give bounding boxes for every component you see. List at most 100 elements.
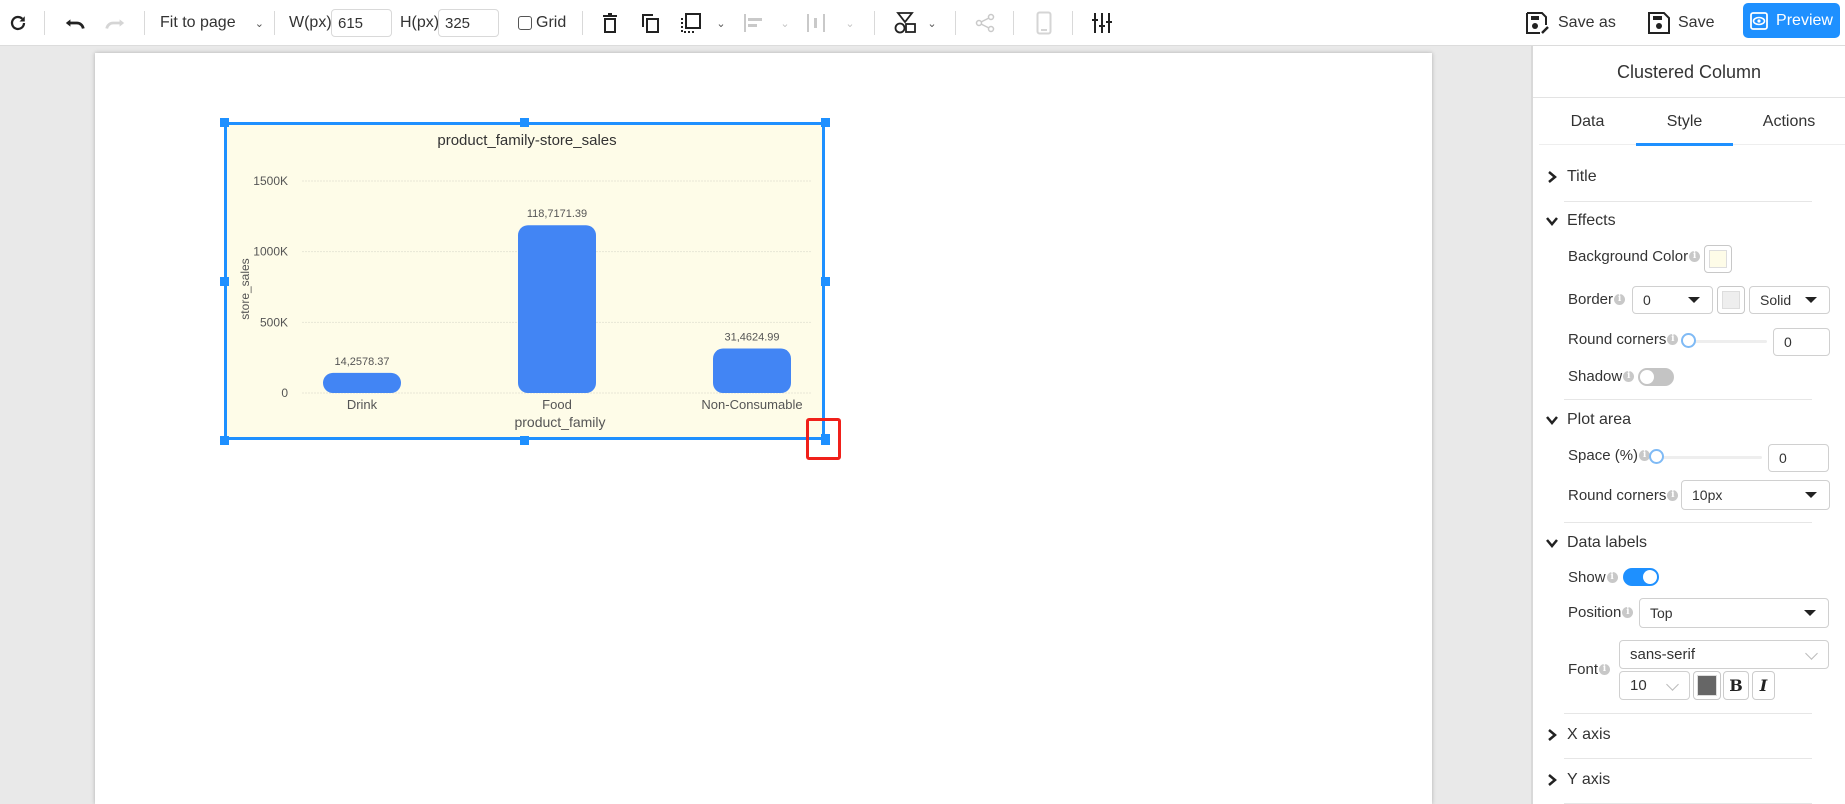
bold-button[interactable]: B — [1723, 671, 1749, 700]
resize-handle-right[interactable] — [821, 277, 830, 286]
properties-panel: Clustered Column Data Style Actions Titl… — [1531, 46, 1845, 804]
save-button[interactable]: Save — [1648, 0, 1714, 46]
info-icon: i — [1667, 334, 1679, 345]
italic-button[interactable]: I — [1752, 671, 1775, 700]
eye-icon — [1750, 11, 1768, 30]
background-color-chip — [1709, 250, 1727, 268]
section-y-axis-header[interactable]: Y axis — [1545, 771, 1610, 789]
mobile-view-button[interactable] — [1032, 0, 1056, 46]
resize-handle-bottom[interactable] — [520, 436, 529, 445]
undo-button[interactable] — [60, 0, 90, 46]
section-x-axis-header[interactable]: X axis — [1545, 726, 1611, 744]
width-input[interactable] — [331, 9, 392, 37]
tab-actions[interactable]: Actions — [1733, 98, 1845, 145]
distribute-dropdown[interactable]: ⌄ — [843, 0, 857, 46]
plot-round-corners-select[interactable]: 10px — [1681, 480, 1830, 510]
round-corners-value: 0 — [1784, 334, 1792, 350]
space-label: Space (%) i — [1568, 447, 1651, 464]
caret-down-icon — [1804, 610, 1816, 616]
layer-dropdown[interactable]: ⌄ — [714, 0, 728, 46]
space-input[interactable]: 0 — [1768, 444, 1829, 472]
font-text: Font — [1568, 661, 1599, 678]
width-label-text: W(px) — [289, 14, 332, 31]
shapes-dropdown[interactable]: ⌄ — [925, 0, 939, 46]
panel-tabs: Data Style Actions — [1539, 98, 1845, 146]
bar — [323, 372, 401, 393]
shapes-button[interactable] — [892, 0, 918, 46]
panel-title: Clustered Column — [1533, 46, 1845, 98]
share-button[interactable] — [973, 0, 997, 46]
font-label: Font i — [1568, 661, 1611, 678]
save-icon — [1648, 12, 1670, 34]
layer-button[interactable] — [678, 0, 704, 46]
round-corners-slider-track[interactable] — [1685, 340, 1767, 343]
align-dropdown[interactable]: ⌄ — [778, 0, 792, 46]
font-color-swatch[interactable] — [1693, 671, 1721, 700]
resize-handle-bottom-left[interactable] — [220, 436, 229, 445]
align-button[interactable] — [742, 0, 766, 46]
checkbox-box[interactable] — [518, 16, 532, 30]
layer-icon — [681, 13, 701, 33]
info-icon: i — [1606, 572, 1618, 583]
border-color-swatch[interactable] — [1717, 286, 1745, 314]
settings-button[interactable] — [1090, 0, 1114, 46]
toolbar-divider — [1072, 11, 1073, 35]
delete-button[interactable] — [598, 0, 622, 46]
caret-down-icon — [1805, 297, 1817, 303]
plot-round-corners-label: Round corners i — [1568, 487, 1679, 504]
y-axis-title: store_sales — [238, 258, 252, 319]
space-value: 0 — [1779, 450, 1787, 466]
chevron-down-icon — [1666, 677, 1679, 691]
shadow-text: Shadow — [1568, 368, 1623, 385]
bar — [713, 348, 791, 393]
round-corners-text: Round corners — [1568, 331, 1667, 348]
show-data-labels-toggle[interactable] — [1623, 568, 1659, 586]
toolbar-divider — [955, 11, 956, 35]
tab-data[interactable]: Data — [1539, 98, 1636, 145]
save-as-icon — [1526, 12, 1549, 34]
font-size-select[interactable]: 10 — [1619, 671, 1690, 700]
section-title-header[interactable]: Title — [1545, 168, 1597, 186]
caret-down-icon — [1688, 297, 1700, 303]
resize-handle-top-right[interactable] — [821, 118, 830, 127]
copy-button[interactable] — [638, 0, 662, 46]
chart-widget[interactable]: product_family-store_sales 0 500K 1000K 150… — [224, 122, 825, 440]
section-effects-header[interactable]: Effects — [1545, 212, 1616, 230]
resize-handle-left[interactable] — [220, 277, 229, 286]
height-input[interactable] — [438, 9, 499, 37]
data-label: 31,4624.99 — [724, 332, 779, 344]
distribute-button[interactable] — [804, 0, 828, 46]
border-width-select[interactable]: 0 — [1632, 286, 1713, 314]
info-icon: i — [1689, 251, 1701, 262]
resize-handle-top[interactable] — [520, 118, 529, 127]
copy-icon — [642, 14, 659, 33]
grid-checkbox[interactable]: Grid — [518, 0, 566, 46]
section-title-label: Title — [1567, 168, 1597, 185]
font-family-select[interactable]: sans-serif — [1619, 640, 1829, 669]
section-plot-area-header[interactable]: Plot area — [1545, 411, 1631, 429]
redo-button[interactable] — [100, 0, 130, 46]
save-as-button[interactable]: Save as — [1526, 0, 1616, 46]
space-slider-track[interactable] — [1656, 456, 1762, 459]
tab-style[interactable]: Style — [1636, 98, 1733, 146]
background-color-swatch[interactable] — [1704, 245, 1732, 273]
round-corners-input[interactable]: 0 — [1773, 328, 1830, 356]
resize-handle-top-left[interactable] — [220, 118, 229, 127]
font-family-value: sans-serif — [1630, 646, 1696, 663]
space-slider-handle[interactable] — [1649, 449, 1664, 464]
position-value: Top — [1650, 605, 1673, 621]
position-select[interactable]: Top — [1639, 598, 1829, 628]
preview-button[interactable]: Preview — [1743, 3, 1840, 38]
position-text: Position — [1568, 604, 1622, 621]
shadow-toggle[interactable] — [1638, 368, 1674, 386]
round-corners-slider-handle[interactable] — [1681, 333, 1696, 348]
zoom-mode-select[interactable]: Fit to page ⌄ — [160, 0, 264, 46]
section-effects-label: Effects — [1567, 212, 1616, 229]
toolbar-divider — [44, 11, 45, 35]
toolbar-divider — [1013, 11, 1014, 35]
section-data-labels-header[interactable]: Data labels — [1545, 534, 1647, 552]
border-text: Border — [1568, 291, 1614, 308]
toolbar-divider — [874, 11, 875, 35]
border-style-select[interactable]: Solid — [1749, 286, 1830, 314]
refresh-button[interactable] — [4, 0, 32, 46]
